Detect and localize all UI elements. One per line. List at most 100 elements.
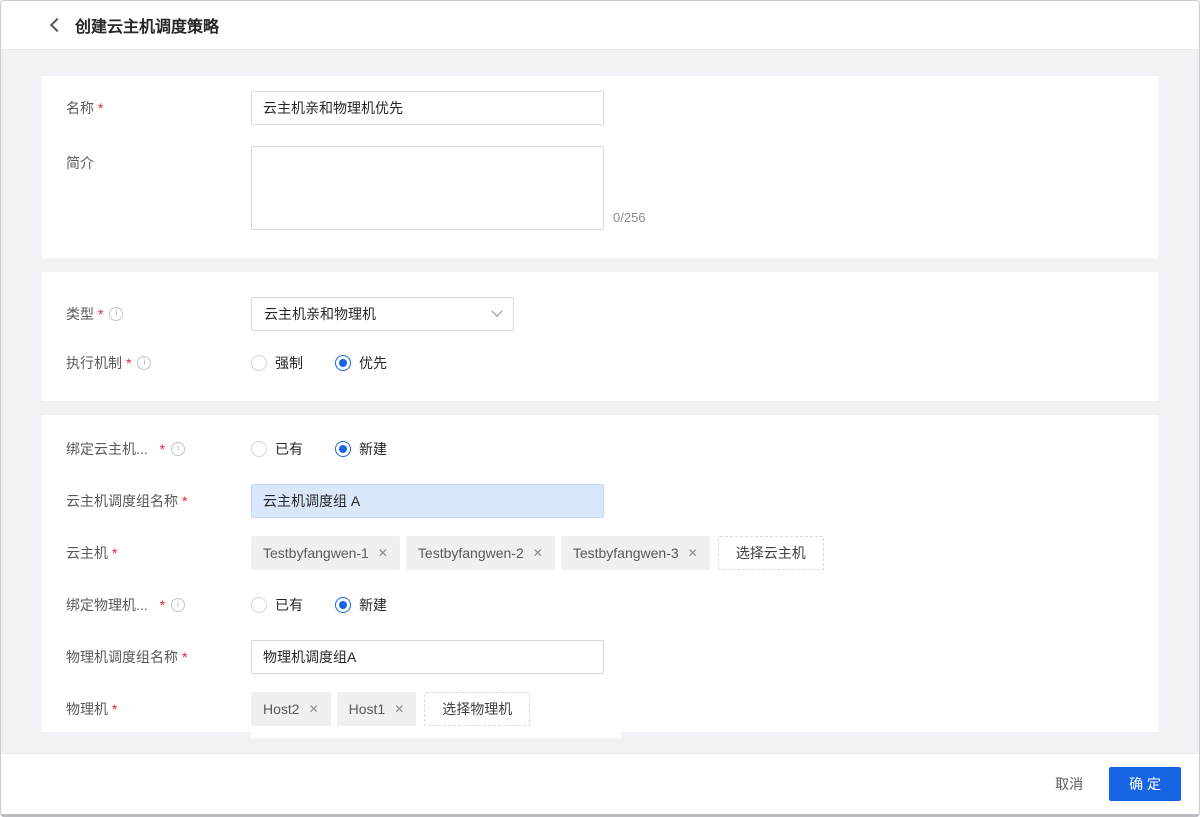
mechanism-label-text: 执行机制 [66,355,122,371]
close-icon[interactable]: ✕ [533,546,543,560]
info-icon[interactable]: i [171,442,186,456]
required-mark: * [112,701,118,717]
vm-tag: Testbyfangwen-1 ✕ [251,536,400,570]
radio-host-new[interactable]: 新建 [335,595,387,615]
radio-mechanism-priority[interactable]: 优先 [335,353,387,373]
radio-label: 新建 [359,597,387,613]
description-label: 简介 [66,146,251,173]
tag-label: Testbyfangwen-1 [263,545,369,561]
radio-circle-icon [335,441,351,457]
host-group-name-input[interactable] [251,640,604,674]
type-select-value: 云主机亲和物理机 [264,306,376,322]
form-content: 名称* 简介 0/256 类型*i 云主机亲和物 [1,50,1199,753]
vm-bind-label: 绑定云主机... * i [66,439,251,459]
host-bind-label-text: 绑定物理机... [66,597,148,613]
vm-tag: Testbyfangwen-2 ✕ [405,536,555,570]
card-basic-info: 名称* 简介 0/256 [41,76,1159,258]
radio-circle-icon [335,597,351,613]
radio-circle-icon [251,597,267,613]
row-name: 名称 * [66,91,1135,125]
required-mark: * [112,545,118,561]
vms-label: 云主机 * [66,543,251,563]
required-mark: * [126,355,132,371]
close-icon[interactable]: ✕ [394,702,404,716]
row-vm-group-name: 云主机调度组名称 * [66,484,1135,518]
row-description: 简介 0/256 [66,146,1135,230]
app-window: 创建云主机调度策略 名称* 简介 0/256 [0,0,1200,817]
row-vms: 云主机 * Testbyfangwen-1 ✕ Testbyfangwen-2 ✕… [66,536,1135,570]
host-group-name-label-text: 物理机调度组名称 [66,649,178,665]
row-vm-bind: 绑定云主机... * i 已有 新建 [66,432,1135,466]
radio-label: 已有 [275,597,303,613]
radio-label: 已有 [275,441,303,457]
vm-group-name-label-text: 云主机调度组名称 [66,493,178,509]
row-host-group-name: 物理机调度组名称 * [66,640,1135,674]
confirm-button[interactable]: 确 定 [1109,767,1181,801]
type-label: 类型 * i [66,304,251,324]
hosts-label: 物理机 * [66,699,251,719]
vm-tag: Testbyfangwen-3 ✕ [560,536,710,570]
card-binding: 绑定云主机... * i 已有 新建 云主机调度组名称 * 云主机调度组 A 云… [41,415,1159,738]
tag-label: Testbyfangwen-2 [417,545,524,561]
page-header: 创建云主机调度策略 [1,1,1199,50]
close-icon[interactable]: ✕ [688,546,698,560]
required-mark: * [182,493,188,509]
radio-circle-icon [335,355,351,371]
host-group-name-label: 物理机调度组名称 * [66,647,251,667]
page-title: 创建云主机调度策略 [75,19,220,36]
description-wrap: 0/256 [251,146,646,230]
description-textarea[interactable] [251,146,604,230]
name-label: 名称 * [66,98,251,118]
row-host-bind: 绑定物理机... * i 已有 新建 [66,588,1135,622]
host-bind-label: 绑定物理机... * i [66,595,251,615]
description-label-text: 简介 [66,155,94,171]
required-mark: * [182,649,188,665]
select-host-button[interactable]: 选择物理机 [424,692,531,726]
required-mark: * [159,597,166,613]
radio-host-existing[interactable]: 已有 [251,595,303,615]
back-icon[interactable] [46,15,66,35]
info-icon[interactable]: i [109,307,124,321]
required-mark: * [98,100,104,116]
vm-tag-list: Testbyfangwen-1 ✕ Testbyfangwen-2 ✕ Test… [251,536,824,570]
row-mechanism: 执行机制 * i 强制 优先 [66,349,1135,377]
radio-label: 强制 [275,355,303,371]
tag-label: Host2 [263,701,300,717]
hosts-label-text: 物理机 [66,701,108,717]
row-type: 类型 * i 云主机亲和物理机 [66,297,1135,331]
mechanism-radio-group: 强制 优先 [251,353,419,373]
card-type: 类型 * i 云主机亲和物理机 执行机制 * i 强制 优先 [41,272,1159,401]
required-mark: * [159,441,166,457]
radio-circle-icon [251,355,267,371]
name-input[interactable] [251,91,604,125]
select-vm-button[interactable]: 选择云主机 [717,536,824,570]
vm-group-name-label: 云主机调度组名称 * [66,491,251,511]
tag-label: Host1 [348,701,386,717]
close-icon[interactable]: ✕ [378,546,388,560]
mechanism-label: 执行机制 * i [66,353,251,373]
type-label-text: 类型 [66,306,94,322]
tag-label: Testbyfangwen-3 [572,545,679,561]
page-footer: 取消 确 定 [1,753,1199,814]
radio-mechanism-force[interactable]: 强制 [251,353,303,373]
char-counter: 0/256 [613,210,646,225]
info-icon[interactable]: i [171,598,186,612]
host-bind-radio-group: 已有 新建 [251,595,419,615]
row-hosts: 物理机 * Host2 ✕ Host1 ✕ 选择物理机 [66,692,1135,726]
info-icon[interactable]: i [137,356,152,370]
required-mark: * [98,306,104,322]
name-label-text: 名称 [66,100,94,116]
close-icon[interactable]: ✕ [309,702,319,716]
vm-group-name-input[interactable] [251,484,604,518]
cancel-button[interactable]: 取消 [1043,766,1095,802]
host-tag-list: Host2 ✕ Host1 ✕ 选择物理机 [251,692,531,726]
host-tag: Host1 ✕ [336,692,417,726]
type-select[interactable]: 云主机亲和物理机 [251,297,514,331]
radio-label: 新建 [359,441,387,457]
radio-vm-new[interactable]: 新建 [335,439,387,459]
radio-circle-icon [251,441,267,457]
radio-vm-existing[interactable]: 已有 [251,439,303,459]
vm-bind-label-text: 绑定云主机... [66,441,148,457]
host-tag: Host2 ✕ [251,692,331,726]
vms-label-text: 云主机 [66,545,108,561]
